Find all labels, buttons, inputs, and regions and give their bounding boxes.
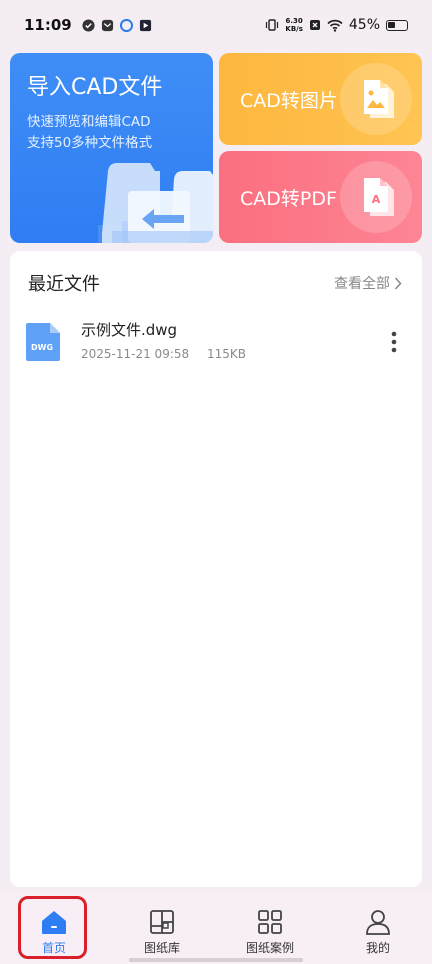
grid-icon <box>258 910 282 934</box>
net-speed-unit: KB/s <box>285 25 303 33</box>
vibrate-icon <box>266 19 279 31</box>
net-speed-value: 6.30 <box>285 17 303 25</box>
import-cad-card[interactable]: 导入CAD文件 快速预览和编辑CAD 支持50多种文件格式 <box>10 53 213 243</box>
chevron-right-icon <box>394 276 402 290</box>
import-folder-illustration <box>98 163 213 243</box>
cad-to-pdf-card[interactable]: CAD转PDF A <box>219 151 422 243</box>
file-date: 2025-11-21 09:58 <box>81 347 190 361</box>
home-highlight-box <box>18 896 87 959</box>
status-left: 11:09 <box>24 16 152 34</box>
cad-to-pdf-label: CAD转PDF <box>240 188 337 210</box>
status-right: 6.30 KB/s 45% <box>265 17 408 33</box>
status-time: 11:09 <box>24 16 72 34</box>
view-all-label: 查看全部 <box>334 276 390 292</box>
net-speed: 6.30 KB/s <box>285 17 302 33</box>
file-size: 115KB <box>206 347 246 361</box>
image-file-icon <box>364 80 394 118</box>
recent-files-panel: 最近文件 查看全部 DWG 示例文件.dwg 2025-11-21 09:58 … <box>10 251 422 887</box>
file-name: 示例文件.dwg <box>81 321 178 339</box>
nav-label-cases: 图纸案例 <box>245 941 294 955</box>
nav-label-library: 图纸库 <box>143 941 180 955</box>
recent-file-row[interactable]: DWG 示例文件.dwg 2025-11-21 09:58 115KB <box>10 311 422 371</box>
home-indicator[interactable] <box>129 958 303 962</box>
recent-files-title: 最近文件 <box>28 274 100 295</box>
person-icon <box>366 910 390 935</box>
verified-icon <box>82 18 95 32</box>
play-notification-icon <box>139 19 151 31</box>
battery-percent: 45% <box>348 17 380 33</box>
status-bar: 11:09 6.30 KB/s 45% <box>0 0 432 50</box>
no-sim-icon <box>309 20 320 30</box>
more-options-icon[interactable] <box>390 331 398 353</box>
nav-item-cases[interactable]: 图纸案例 <box>216 892 324 958</box>
drawing-library-icon <box>150 910 174 934</box>
wifi-icon <box>327 19 343 32</box>
cad-to-image-card[interactable]: CAD转图片 <box>219 53 422 145</box>
cad-to-image-label: CAD转图片 <box>240 90 338 112</box>
battery-icon <box>386 19 408 31</box>
file-meta: 2025-11-21 09:58 115KB <box>81 347 246 361</box>
view-all-link[interactable]: 查看全部 <box>334 273 402 293</box>
pdf-file-icon: A <box>364 178 394 216</box>
dwg-file-icon: DWG <box>26 323 60 361</box>
nav-item-mine[interactable]: 我的 <box>324 892 432 958</box>
nav-item-library[interactable]: 图纸库 <box>108 892 216 958</box>
pdf-doc-letter: A <box>372 193 381 206</box>
nav-label-mine: 我的 <box>365 941 390 955</box>
mail-icon <box>101 19 113 31</box>
file-type-label: DWG <box>31 343 53 352</box>
app-notification-icon <box>119 18 133 32</box>
